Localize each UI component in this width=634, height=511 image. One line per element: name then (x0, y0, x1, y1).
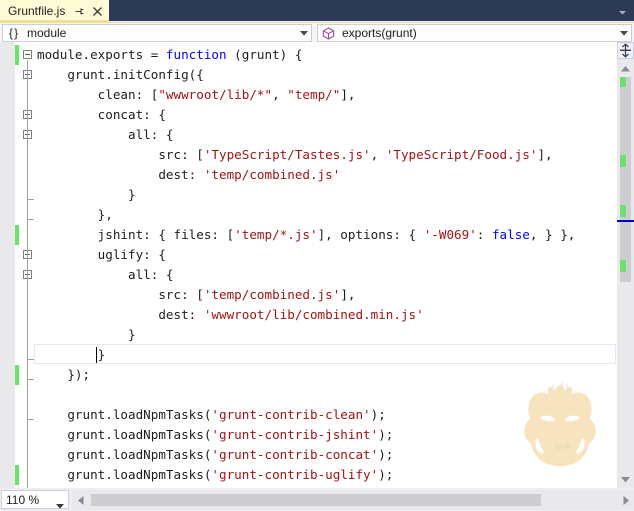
code-line: uglify: { (97, 247, 166, 262)
code-line: }, (97, 207, 113, 222)
code-line: module.exports = function (grunt) { (37, 47, 303, 62)
code-line: dest: 'wwwroot/lib/combined.min.js' (158, 307, 424, 322)
horizontal-scrollbar-thumb[interactable] (91, 494, 541, 506)
outline-connector (27, 60, 28, 488)
member-dropdown-value: exports(grunt) (342, 25, 417, 40)
code-line: } (128, 187, 136, 202)
editor-bottom-bar: 110 % (0, 488, 634, 511)
visual-studio-editor-window: Gruntfile.js { } module exports(grunt) m… (0, 0, 634, 511)
member-dropdown-chevron-down-icon[interactable] (617, 30, 631, 36)
member-dropdown[interactable]: exports(grunt) (317, 24, 632, 42)
tab-strip: Gruntfile.js (0, 0, 634, 22)
indicator-margin[interactable] (0, 42, 15, 488)
tab-label: Gruntfile.js (8, 3, 66, 18)
code-text-layer[interactable]: module.exports = function (grunt) { grun… (37, 42, 634, 488)
change-marker (15, 225, 19, 245)
code-line: concat: { (97, 107, 166, 122)
outline-tick (27, 199, 34, 200)
zoom-chevron-down-icon[interactable] (56, 498, 64, 511)
outline-tick (27, 359, 34, 360)
code-line: grunt.loadNpmTasks('grunt-contrib-concat… (67, 447, 394, 462)
scope-dropdown[interactable]: { } module (2, 24, 312, 42)
scope-dropdown-chevron-down-icon[interactable] (297, 30, 311, 36)
outline-tick (27, 419, 34, 420)
outline-tick (27, 379, 34, 380)
pin-icon[interactable] (74, 6, 85, 17)
split-view-icon[interactable] (617, 42, 634, 59)
change-marker (15, 465, 19, 485)
tab-overflow-chevron-down-icon[interactable] (618, 6, 627, 15)
scroll-down-button[interactable] (617, 471, 634, 488)
code-editor[interactable]: module.exports = function (grunt) { grun… (0, 42, 634, 488)
code-line: grunt.loadNpmTasks('grunt-contrib-uglify… (67, 467, 394, 482)
tab-gruntfile-js[interactable]: Gruntfile.js (0, 0, 109, 21)
code-line: clean: ["wwwroot/lib/*", "temp/"], (97, 87, 356, 102)
code-line: grunt.initConfig({ (67, 67, 204, 82)
scrollbar-change-marker (620, 155, 626, 167)
code-line: grunt.loadNpmTasks('grunt-contrib-clean'… (67, 407, 386, 422)
scroll-left-button[interactable] (72, 490, 89, 510)
close-icon[interactable] (92, 6, 103, 17)
zoom-level-dropdown[interactable]: 110 % (1, 490, 69, 509)
vertical-scrollbar[interactable] (617, 42, 634, 488)
change-marker (15, 365, 19, 385)
scrollbar-change-marker (620, 205, 626, 217)
code-line: all: { (128, 267, 174, 282)
scrollbar-change-marker (620, 260, 626, 272)
code-line: jshint: { files: ['temp/*.js'], options:… (97, 227, 576, 242)
change-marker (15, 45, 19, 65)
zoom-level-value: 110 % (6, 492, 40, 507)
method-icon (320, 25, 336, 41)
scrollbar-caret-marker (617, 220, 634, 222)
outline-tick (27, 219, 34, 220)
code-line: all: { (128, 127, 174, 142)
scroll-up-button[interactable] (617, 60, 634, 77)
text-caret (95, 347, 97, 363)
code-line: grunt.loadNpmTasks('grunt-contrib-jshint… (67, 427, 394, 442)
horizontal-scrollbar[interactable] (72, 490, 634, 510)
vertical-scrollbar-thumb[interactable] (620, 72, 631, 282)
outlining-margin[interactable] (15, 42, 37, 488)
code-line: } (128, 327, 136, 342)
braces-icon: { } (8, 26, 18, 40)
code-line: src: ['temp/combined.js'], (158, 287, 356, 302)
code-line: src: ['TypeScript/Tastes.js', 'TypeScrip… (158, 147, 553, 162)
scope-dropdown-value: module (27, 25, 67, 40)
navigation-bar: { } module exports(grunt) (0, 22, 634, 42)
code-line: }); (67, 367, 91, 382)
fold-toggle-icon[interactable] (23, 50, 32, 59)
scroll-right-button[interactable] (617, 490, 634, 510)
code-line: dest: 'temp/combined.js' (158, 167, 341, 182)
